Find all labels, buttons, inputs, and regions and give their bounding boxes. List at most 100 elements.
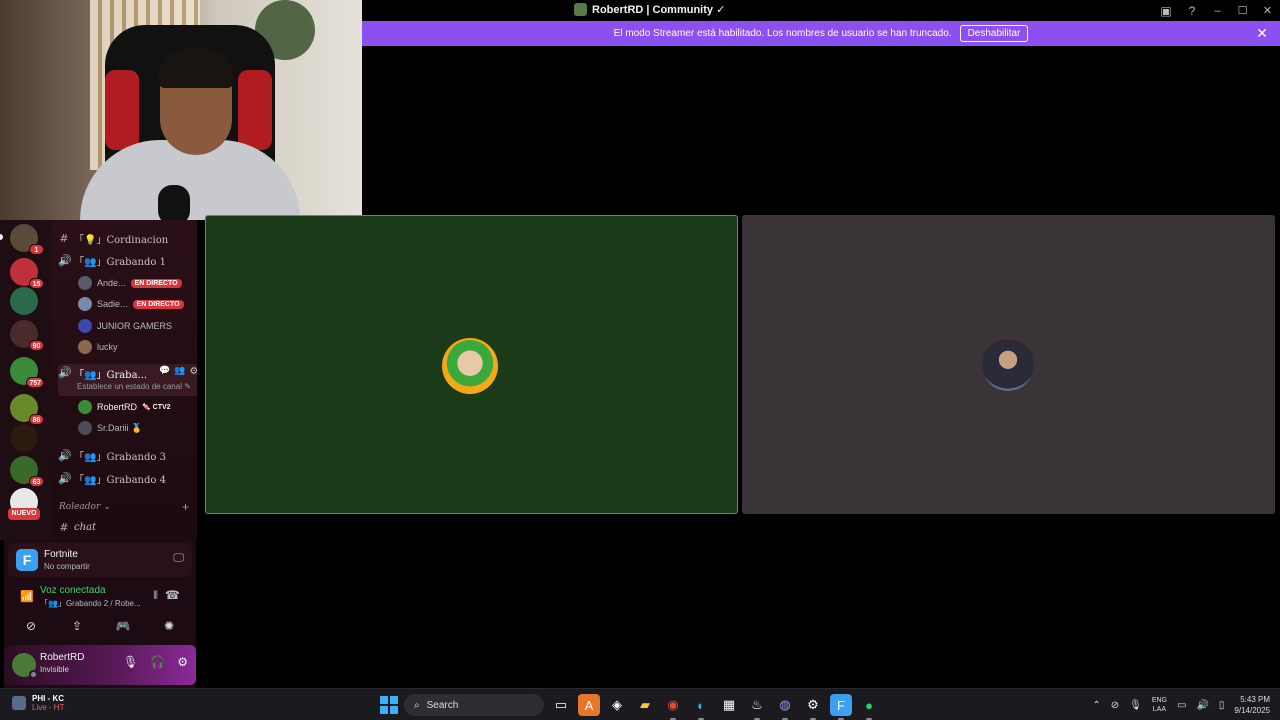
maximize-button[interactable]: ☐ [1230,0,1255,21]
channel-cordinacion[interactable]: # 「💡」Cordinacion [58,229,168,247]
server-icon[interactable]: 63 [10,456,44,487]
start-icon[interactable] [380,696,398,714]
chevron-up-icon[interactable]: ⌃ [1092,700,1100,711]
chat-bubble-icon[interactable]: 💬 [159,366,170,376]
microphone-icon[interactable]: 🎙 [1129,700,1142,711]
channel-grabando-4[interactable]: 🔊 「👥」Grabando 4 [58,469,166,487]
edge-icon[interactable]: ◐ [690,694,712,720]
clock[interactable]: 5:43 PM 9/14/2025 [1234,694,1270,716]
discord-icon[interactable]: ◍ [774,694,796,720]
category-roleador[interactable]: Roleador ⌄ [59,502,111,512]
add-channel-icon[interactable]: + [182,500,189,514]
user-card[interactable]: RobertRD Invisible 🎙 🎧 ⚙ [4,645,196,685]
camera-off-icon[interactable]: ⊘ [12,615,50,637]
clock-date: 9/14/2025 [1234,706,1270,715]
weather-widget[interactable]: PHI - KC Live - HT [12,694,64,712]
gear-icon[interactable]: ⚙ [177,655,188,669]
fortnite-icon: F [16,549,38,571]
channel-grabando-3[interactable]: 🔊 「👥」Grabando 3 [58,446,166,464]
mention-badge: 86 [29,414,44,425]
copilot-icon[interactable]: ◈ [606,694,628,716]
user-status: Invisible [40,665,69,674]
disconnect-icon[interactable]: ☎ [165,588,180,602]
gear-icon[interactable]: ⚙ [190,366,197,377]
minimize-button[interactable]: – [1205,0,1230,21]
channel-chat[interactable]: # chat [58,518,96,536]
banner-close-icon[interactable]: ✕ [1256,25,1268,42]
server-icon[interactable] [10,424,38,452]
activity-card: F Fortnite No compartir 🖵 [8,543,192,577]
chrome-icon[interactable]: ◉ [662,694,684,720]
channel-grabando-1[interactable]: 🔊 「👥」Grabando 1 [58,251,166,269]
live-badge: EN DIRECTO [132,299,184,309]
server-icon[interactable] [10,287,38,315]
steam-icon[interactable]: ♨ [746,694,768,720]
server-icon[interactable]: 90 [10,320,44,351]
widget-title: PHI - KC [32,694,64,703]
disable-streamer-button[interactable]: Deshabilitar [959,25,1029,42]
inbox-icon[interactable]: ▣ [1153,0,1179,21]
share-screen-icon[interactable]: ⇪ [58,615,96,637]
voice-member[interactable]: lucky [78,338,118,356]
voice-member[interactable]: Sadie... EN DIRECTO [78,295,184,313]
signal-icon[interactable]: 📶 [20,590,34,603]
soundboard-icon[interactable]: ✺ [150,615,188,637]
voice-status-sub[interactable]: 「👥」Grabando 2 / Robe... [40,598,141,609]
channel-status-hint[interactable]: Establece un estado de canal ✎ [77,382,191,391]
network-icon[interactable]: ▭ [1177,700,1186,711]
voice-member[interactable]: Ande... EN DIRECTO [78,274,182,292]
voice-member[interactable]: RobertRD 🍬 CTV2 [78,398,171,416]
avatar [78,400,92,414]
file-explorer-icon[interactable]: ▰ [634,694,656,716]
headphones-icon[interactable]: 🎧 [150,655,165,669]
member-name: Sr.Dariii 🥇 [97,422,143,433]
voice-status-title: Voz conectada [40,585,106,596]
server-icon[interactable]: 15 [10,258,44,289]
channel-label: 「👥」Grabando 4 [74,474,166,486]
voice-member[interactable]: Sr.Dariii 🥇 [78,419,142,437]
server-icon[interactable]: 1 [10,224,44,255]
app-icon[interactable]: ⚙ [802,694,824,720]
voice-channel-icon: 🔊 [58,448,72,462]
noise-suppression-icon[interactable]: ⦀ [153,590,158,603]
language-indicator[interactable]: ENG LAA [1152,696,1167,714]
server-unread-pill [0,234,3,240]
task-view-icon[interactable]: ▭ [550,694,572,716]
avatar [78,340,92,354]
voice-tile[interactable] [742,215,1275,514]
channel-label: 「👥」Grabando 3 [74,451,166,463]
search-label: Search [426,699,459,711]
server-icon[interactable]: 86 [10,394,44,425]
webcam-chair-accent-right [238,70,272,150]
voice-tile-speaking[interactable] [205,215,738,514]
clock-time: 5:43 PM [1240,695,1270,704]
voice-member[interactable]: JUNIOR GAMERS [78,317,172,335]
member-name: lucky [97,342,118,352]
spotify-icon[interactable]: ● [858,694,880,720]
activity-game: Fortnite [44,549,78,560]
mention-badge: 15 [29,278,44,289]
store-icon[interactable]: ▦ [718,694,740,716]
channel-list: # 「💡」Cordinacion 🔊 「👥」Grabando 1 Ande...… [52,220,197,540]
mention-badge: 1 [29,244,44,255]
channel-grabando-2[interactable]: 🔊 「👥」Graba... 💬 👥 ⚙ [58,364,197,396]
team-logo-icon [12,696,26,710]
screen-share-icon[interactable]: 🖵 [173,552,184,565]
channel-label: 「👥」Graba... [74,370,148,381]
help-icon[interactable]: ? [1179,0,1205,21]
activity-icon[interactable]: 🎮 [104,615,142,637]
avatar [78,276,92,290]
app-tray-icon[interactable]: ⊘ [1111,700,1119,711]
app-icon[interactable]: A [578,694,600,716]
battery-icon[interactable]: ▯ [1219,700,1225,711]
system-tray: ⌃ ⊘ 🎙 ENG LAA ▭ 🔊 ▯ 5:43 PM 9/14/2025 [1092,693,1270,717]
volume-icon[interactable]: 🔊 [1196,700,1208,711]
close-button[interactable]: ✕ [1255,0,1280,21]
invite-icon[interactable]: 👥 [174,366,185,376]
voice-channel-icon: 🔊 [58,366,72,379]
server-icon[interactable]: 757 [10,357,44,388]
fortnite-icon[interactable]: F [830,694,852,720]
new-server-badge: NUEVO [8,508,40,520]
search-box[interactable]: ⌕ Search [404,694,544,716]
microphone-icon[interactable]: 🎙 [123,655,138,669]
